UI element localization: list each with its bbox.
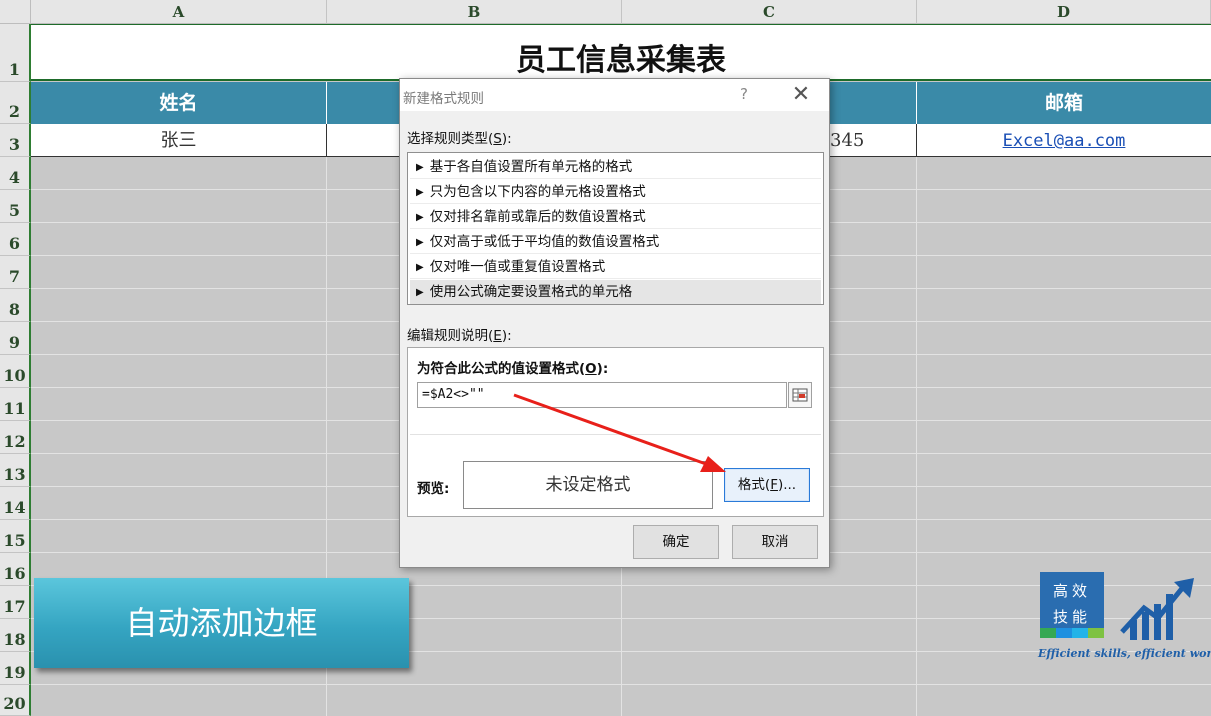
column-header-c[interactable]: C	[622, 0, 917, 24]
row-header-15[interactable]: 15	[0, 520, 31, 553]
close-button[interactable]: ✕	[786, 83, 816, 107]
triangle-right-icon: ▶	[416, 262, 424, 273]
row-header-13[interactable]: 13	[0, 454, 31, 487]
rule-description-panel: 为符合此公式的值设置格式(O): =$A2<>"" 预览: 未设定格式 格式(F…	[407, 347, 824, 517]
logo-strip	[1072, 628, 1088, 638]
row-header-16[interactable]: 16	[0, 553, 31, 586]
help-button[interactable]: ?	[732, 85, 756, 105]
divider	[410, 434, 821, 435]
triangle-right-icon: ▶	[416, 287, 424, 298]
range-select-button[interactable]	[788, 382, 812, 408]
row-header-5[interactable]: 5	[0, 190, 31, 223]
email-link[interactable]: Excel@aa.com	[1003, 131, 1126, 151]
cancel-button[interactable]: 取消	[732, 525, 818, 559]
row-header-12[interactable]: 12	[0, 421, 31, 454]
rule-type-item[interactable]: ▶ 仅对高于或低于平均值的数值设置格式	[410, 230, 821, 254]
cell-c3-text: 345	[830, 130, 865, 151]
title-cell[interactable]: 员工信息采集表	[31, 24, 1211, 81]
cell-a3[interactable]: 张三	[31, 124, 327, 157]
rule-type-list[interactable]: ▶ 基于各自值设置所有单元格的格式 ▶ 只为包含以下内容的单元格设置格式 ▶ 仅对排名…	[407, 152, 824, 305]
row-header-14[interactable]: 14	[0, 487, 31, 520]
logo-caption: Efficient skills, efficient work !	[1038, 647, 1211, 660]
rule-type-label: 选择规则类型(S):	[407, 131, 512, 147]
rule-type-item[interactable]: ▶ 基于各自值设置所有单元格的格式	[410, 155, 821, 179]
column-header-a[interactable]: A	[31, 0, 327, 24]
row-header-2[interactable]: 2	[0, 82, 31, 124]
ok-button[interactable]: 确定	[633, 525, 719, 559]
logo-strip	[1056, 628, 1072, 638]
grid-line	[31, 684, 1211, 685]
triangle-right-icon: ▶	[416, 162, 424, 173]
dialog-titlebar[interactable]: 新建格式规则 ? ✕	[400, 79, 829, 111]
range-select-icon	[792, 388, 808, 402]
auto-border-button[interactable]: 自动添加边框	[34, 578, 409, 668]
sheet-title: 员工信息采集表	[516, 43, 726, 78]
edit-rule-label: 编辑规则说明(E):	[407, 328, 512, 344]
row-header-11[interactable]: 11	[0, 388, 31, 421]
row-header-18[interactable]: 18	[0, 619, 31, 652]
growth-chart-icon	[1120, 578, 1194, 640]
row-header-20[interactable]: 20	[0, 685, 31, 716]
rule-type-item[interactable]: ▶ 只为包含以下内容的单元格设置格式	[410, 180, 821, 204]
row-header-10[interactable]: 10	[0, 355, 31, 388]
preview-label: 预览:	[417, 481, 450, 497]
row-header-6[interactable]: 6	[0, 223, 31, 256]
row-header-19[interactable]: 19	[0, 652, 31, 685]
row-header-9[interactable]: 9	[0, 322, 31, 355]
triangle-right-icon: ▶	[416, 212, 424, 223]
select-all-corner[interactable]	[0, 0, 31, 24]
logo: 高效 技能	[1040, 572, 1104, 638]
triangle-right-icon: ▶	[416, 237, 424, 248]
format-button[interactable]: 格式(F)...	[724, 468, 810, 502]
rule-type-item[interactable]: ▶ 仅对唯一值或重复值设置格式	[410, 255, 821, 279]
dialog-title: 新建格式规则	[403, 91, 484, 107]
grid-line	[916, 157, 917, 716]
logo-line-2: 技能	[1052, 608, 1091, 626]
row-header-4[interactable]: 4	[0, 157, 31, 190]
triangle-right-icon: ▶	[416, 187, 424, 198]
formula-label: 为符合此公式的值设置格式(O):	[417, 361, 609, 377]
logo-line-1: 高效	[1052, 582, 1091, 600]
preview-box: 未设定格式	[463, 461, 713, 509]
logo-strip	[1040, 628, 1056, 638]
row-header-17[interactable]: 17	[0, 586, 31, 619]
rule-type-item-selected[interactable]: ▶ 使用公式确定要设置格式的单元格	[410, 280, 821, 304]
header-cell-email[interactable]: 邮箱	[917, 82, 1211, 124]
logo-strip	[1088, 628, 1104, 638]
cell-d3[interactable]: Excel@aa.com	[917, 124, 1211, 157]
header-cell-name[interactable]: 姓名	[31, 82, 327, 124]
rule-type-item[interactable]: ▶ 仅对排名靠前或靠后的数值设置格式	[410, 205, 821, 229]
formula-input[interactable]: =$A2<>""	[417, 382, 787, 408]
row-header-8[interactable]: 8	[0, 289, 31, 322]
column-header-b[interactable]: B	[327, 0, 622, 24]
row-header-3[interactable]: 3	[0, 124, 31, 157]
row-header-7[interactable]: 7	[0, 256, 31, 289]
new-format-rule-dialog: 新建格式规则 ? ✕ 选择规则类型(S): ▶ 基于各自值设置所有单元格的格式 ▶…	[399, 78, 830, 568]
row-header-1[interactable]: 1	[0, 24, 31, 82]
column-header-d[interactable]: D	[917, 0, 1211, 24]
